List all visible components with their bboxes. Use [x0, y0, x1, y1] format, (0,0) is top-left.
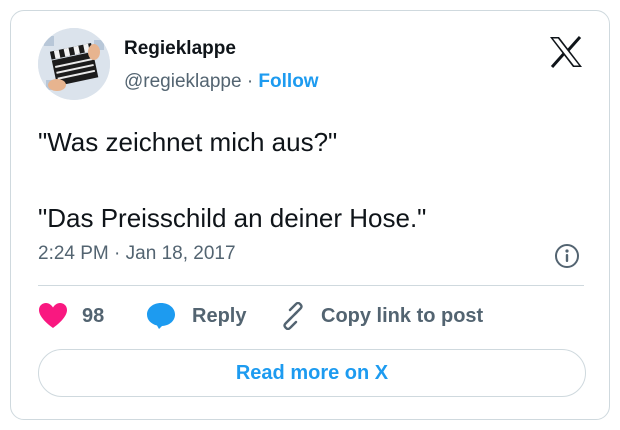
divider	[38, 285, 584, 286]
tweet-line-2: "Das Preisschild an deiner Hose."	[38, 203, 427, 233]
x-logo-icon[interactable]	[549, 36, 583, 68]
clapperboard-avatar-icon	[38, 28, 110, 100]
tweet-text: "Was zeichnet mich aus?" "Das Preisschil…	[38, 123, 578, 237]
reply-button[interactable]: Reply	[146, 300, 246, 332]
tweet-card: Regieklappe @regieklappe · Follow "Was z…	[10, 10, 610, 420]
link-icon	[283, 302, 303, 330]
read-more-button[interactable]: Read more on X	[38, 349, 586, 397]
handle-separator: ·	[246, 71, 254, 92]
copy-link-label: Copy link to post	[321, 304, 484, 327]
info-icon[interactable]	[554, 243, 580, 269]
follow-button[interactable]: Follow	[258, 71, 318, 92]
copy-link-button[interactable]: Copy link to post	[279, 300, 483, 332]
author-handle[interactable]: @regieklappe	[124, 71, 242, 92]
like-count: 98	[82, 304, 105, 327]
tweet-line-gap	[38, 161, 578, 199]
author-avatar[interactable]	[38, 28, 110, 100]
like-button[interactable]: 98	[38, 300, 104, 332]
author-handle-row: @regieklappe · Follow	[124, 71, 319, 93]
timestamp-separator: ·	[114, 243, 121, 264]
reply-label: Reply	[192, 304, 247, 327]
tweet-timestamp[interactable]: 2:24 PM · Jan 18, 2017	[38, 243, 236, 265]
timestamp-date: Jan 18, 2017	[125, 243, 236, 264]
heart-icon	[39, 303, 67, 328]
author-name[interactable]: Regieklappe	[124, 38, 236, 60]
timestamp-time: 2:24 PM	[38, 243, 109, 264]
reply-bubble-icon	[147, 303, 175, 329]
tweet-line-1: "Was zeichnet mich aus?"	[38, 127, 338, 157]
